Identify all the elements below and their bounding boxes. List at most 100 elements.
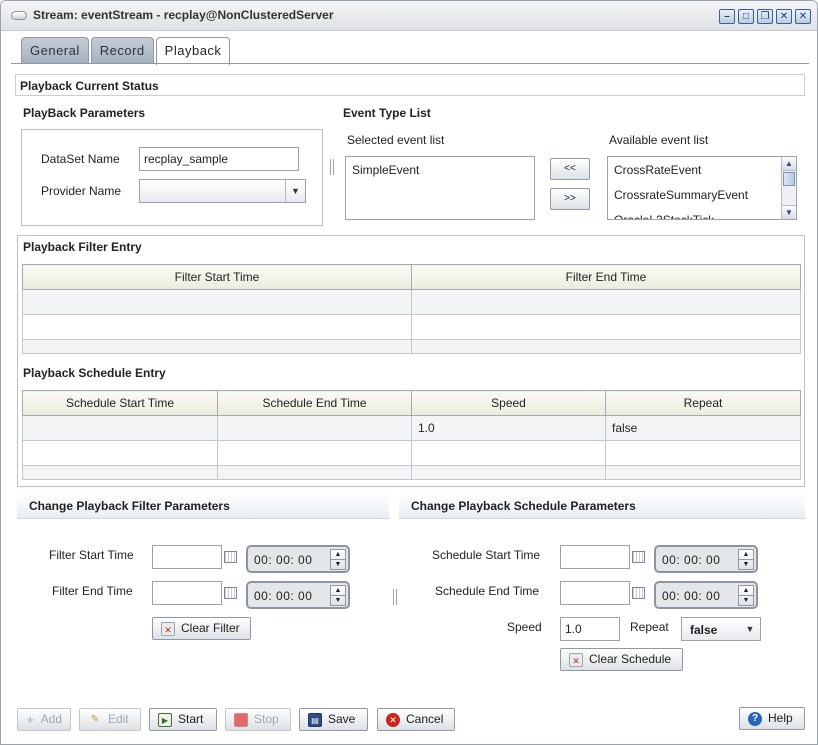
filter-end-date-input[interactable] xyxy=(152,581,222,605)
list-item[interactable]: OracleL2StockTick xyxy=(608,208,796,219)
save-button[interactable]: ▤ Save xyxy=(299,708,368,731)
splitter-grip[interactable] xyxy=(393,589,397,605)
tab-playback[interactable]: Playback xyxy=(155,37,231,65)
available-list-label: Available event list xyxy=(609,133,709,147)
spin-up-icon[interactable]: ▲ xyxy=(739,586,753,596)
spin-down-icon[interactable]: ▼ xyxy=(331,596,345,606)
spin-up-icon[interactable]: ▲ xyxy=(739,550,753,560)
column-header[interactable]: Schedule Start Time xyxy=(22,390,218,416)
repeat-label: Repeat xyxy=(630,620,669,634)
clear-filter-label: Clear Filter xyxy=(181,621,240,635)
clear-schedule-button[interactable]: ✕ Clear Schedule xyxy=(560,648,683,671)
window-title: Stream: eventStream - recplay@NonCluster… xyxy=(33,8,334,22)
move-right-button[interactable]: >> xyxy=(550,188,590,210)
tab-record[interactable]: Record xyxy=(90,37,154,64)
scroll-up-icon[interactable]: ▲ xyxy=(782,157,796,171)
minimize-icon[interactable]: – xyxy=(719,9,735,24)
stop-button[interactable]: Stop xyxy=(225,708,291,731)
help-button[interactable]: ? Help xyxy=(739,707,805,730)
add-button[interactable]: + Add xyxy=(17,708,71,731)
pencil-icon: ✎ xyxy=(90,713,100,725)
calendar-icon[interactable] xyxy=(224,587,237,599)
pin-icon[interactable]: ✕ xyxy=(776,9,792,24)
stop-icon xyxy=(234,712,248,727)
params-title: PlayBack Parameters xyxy=(23,106,146,120)
help-icon: ? xyxy=(748,711,762,726)
table-row[interactable]: 1.0 false xyxy=(22,415,801,441)
column-header[interactable]: Speed xyxy=(411,390,606,416)
filter-start-date-input[interactable] xyxy=(152,545,222,569)
filter-end-time-spinner[interactable]: 00: 00: 00 ▲ ▼ xyxy=(246,581,350,609)
dataset-name-input[interactable]: recplay_sample xyxy=(139,147,299,171)
repeat-select[interactable]: false ▼ xyxy=(681,617,761,641)
time-value: 00: 00: 00 xyxy=(254,589,313,603)
list-item[interactable]: CrossrateSummaryEvent xyxy=(608,183,796,208)
filter-start-time-spinner[interactable]: 00: 00: 00 ▲ ▼ xyxy=(246,545,350,573)
chevron-down-icon: ▼ xyxy=(285,180,305,202)
scroll-down-icon[interactable]: ▼ xyxy=(782,205,796,219)
title-bar: Stream: eventStream - recplay@NonCluster… xyxy=(1,1,817,31)
column-header[interactable]: Schedule End Time xyxy=(217,390,412,416)
change-schedule-header: Change Playback Schedule Parameters xyxy=(399,493,805,519)
change-filter-header: Change Playback Filter Parameters xyxy=(17,493,389,519)
spinner-buttons[interactable]: ▲ ▼ xyxy=(330,549,346,570)
available-event-list[interactable]: CrossRateEvent CrossrateSummaryEvent Ora… xyxy=(607,156,797,220)
list-item[interactable]: SimpleEvent xyxy=(346,158,534,183)
table-row[interactable] xyxy=(22,339,801,354)
calendar-icon[interactable] xyxy=(632,587,645,599)
move-left-button[interactable]: << xyxy=(550,158,590,180)
column-header[interactable]: Filter Start Time xyxy=(22,264,412,290)
table-row[interactable] xyxy=(22,289,801,315)
column-header[interactable]: Filter End Time xyxy=(411,264,801,290)
repeat-value: false xyxy=(690,623,718,637)
list-item[interactable]: CrossRateEvent xyxy=(608,158,796,183)
schedule-start-label: Schedule Start Time xyxy=(432,548,541,562)
spinner-buttons[interactable]: ▲ ▼ xyxy=(738,549,754,570)
window-controls: – □ ❐ ✕ ✕ xyxy=(719,9,811,24)
schedule-end-date-input[interactable] xyxy=(560,581,630,605)
cancel-button[interactable]: ✕ Cancel xyxy=(377,708,455,731)
speed-input[interactable]: 1.0 xyxy=(560,617,620,641)
spin-up-icon[interactable]: ▲ xyxy=(331,586,345,596)
spinner-buttons[interactable]: ▲ ▼ xyxy=(330,585,346,606)
list-scrollbar[interactable]: ▲ ▼ xyxy=(781,157,796,219)
speed-label: Speed xyxy=(507,620,542,634)
restore-icon[interactable]: ❐ xyxy=(757,9,773,24)
schedule-start-date-input[interactable] xyxy=(560,545,630,569)
column-header[interactable]: Repeat xyxy=(605,390,801,416)
table-row[interactable] xyxy=(22,465,801,480)
splitter-grip[interactable] xyxy=(330,159,334,175)
maximize-icon[interactable]: □ xyxy=(738,9,754,24)
schedule-end-label: Schedule End Time xyxy=(435,584,540,598)
table-row[interactable] xyxy=(22,314,801,340)
clear-filter-button[interactable]: ✕ Clear Filter xyxy=(152,617,251,640)
selected-event-list[interactable]: SimpleEvent xyxy=(345,156,535,220)
close-icon[interactable]: ✕ xyxy=(795,9,811,24)
spin-up-icon[interactable]: ▲ xyxy=(331,550,345,560)
spin-down-icon[interactable]: ▼ xyxy=(739,596,753,606)
spin-down-icon[interactable]: ▼ xyxy=(331,560,345,570)
schedule-start-time-spinner[interactable]: 00: 00: 00 ▲ ▼ xyxy=(654,545,758,573)
edit-button[interactable]: ✎ Edit xyxy=(79,708,141,731)
start-button[interactable]: ▶ Start xyxy=(149,708,217,731)
scroll-thumb[interactable] xyxy=(783,172,795,186)
schedule-end-time-spinner[interactable]: 00: 00: 00 ▲ ▼ xyxy=(654,581,758,609)
status-title: Playback Current Status xyxy=(20,79,159,93)
filter-table: Filter Start Time Filter End Time xyxy=(22,264,801,354)
status-section: Playback Current Status xyxy=(15,74,805,96)
calendar-icon[interactable] xyxy=(224,551,237,563)
tab-panel-border xyxy=(11,63,809,64)
table-row[interactable] xyxy=(22,440,801,466)
calendar-icon[interactable] xyxy=(632,551,645,563)
clear-icon: ✕ xyxy=(569,652,583,667)
tab-general[interactable]: General xyxy=(21,37,89,64)
edit-label: Edit xyxy=(108,712,129,726)
provider-select[interactable]: ▼ xyxy=(139,179,306,203)
selected-list-label: Selected event list xyxy=(347,133,445,147)
cancel-icon: ✕ xyxy=(386,712,400,727)
cancel-label: Cancel xyxy=(406,712,444,726)
spinner-buttons[interactable]: ▲ ▼ xyxy=(738,585,754,606)
spin-down-icon[interactable]: ▼ xyxy=(739,560,753,570)
provider-label: Provider Name xyxy=(41,184,122,198)
schedule-entry-title: Playback Schedule Entry xyxy=(23,366,166,380)
